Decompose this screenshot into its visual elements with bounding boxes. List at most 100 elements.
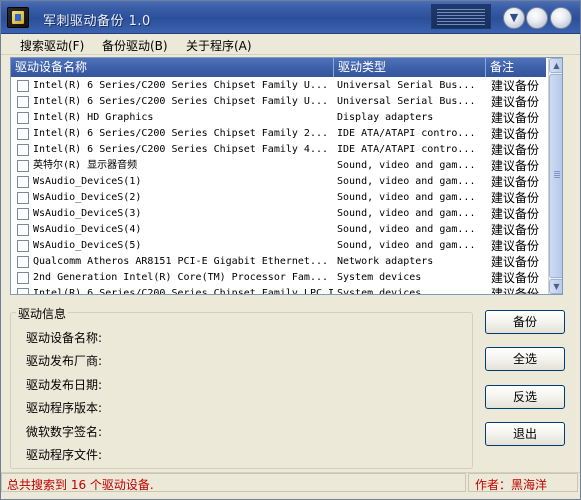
row-checkbox[interactable] xyxy=(17,128,29,140)
maximize-button[interactable] xyxy=(526,7,548,29)
row-note: 建议备份 xyxy=(491,111,540,125)
column-header-driver-type[interactable]: 驱动类型 xyxy=(334,58,486,77)
row-device-name: Qualcomm Atheros AR8151 PCI-E Gigabit Et… xyxy=(33,256,329,267)
row-note: 建议备份 xyxy=(491,127,540,141)
row-checkbox[interactable] xyxy=(17,208,29,220)
row-driver-type: System devices xyxy=(337,288,422,295)
driver-info-legend: 驱动信息 xyxy=(16,305,69,322)
row-checkbox[interactable] xyxy=(17,112,29,124)
table-row[interactable]: Intel(R) 6 Series/C200 Series Chipset Fa… xyxy=(11,78,546,94)
row-driver-type: Sound, video and gam... xyxy=(337,208,476,219)
row-checkbox[interactable] xyxy=(17,272,29,284)
row-checkbox[interactable] xyxy=(17,144,29,156)
column-header-device-name[interactable]: 驱动设备名称 xyxy=(11,58,334,77)
row-driver-type: Network adapters xyxy=(337,256,434,267)
table-row[interactable]: WsAudio_DeviceS(4) Sound, video and gam..… xyxy=(11,222,546,238)
table-row[interactable]: WsAudio_DeviceS(3) Sound, video and gam..… xyxy=(11,206,546,222)
status-bar: 总共搜索到 16 个驱动设备. 作者：黑海洋 xyxy=(1,472,580,492)
row-checkbox[interactable] xyxy=(17,80,29,92)
row-driver-type: System devices xyxy=(337,272,422,283)
list-rows: Intel(R) 6 Series/C200 Series Chipset Fa… xyxy=(11,78,546,295)
row-driver-type: Sound, video and gam... xyxy=(337,176,476,187)
row-driver-type: Sound, video and gam... xyxy=(337,240,476,251)
row-note: 建议备份 xyxy=(491,175,540,189)
column-header-note[interactable]: 备注 xyxy=(486,58,546,77)
row-device-name: Intel(R) 6 Series/C200 Series Chipset Fa… xyxy=(33,144,329,155)
row-note: 建议备份 xyxy=(491,271,540,285)
list-scrollbar[interactable]: ▲ ▼ xyxy=(548,58,562,294)
backup-button[interactable]: 备份 xyxy=(485,310,565,334)
table-row[interactable]: WsAudio_DeviceS(2) Sound, video and gam..… xyxy=(11,190,546,206)
row-device-name: WsAudio_DeviceS(5) xyxy=(33,240,142,251)
list-header: 驱动设备名称 驱动类型 备注 xyxy=(11,58,546,77)
row-checkbox[interactable] xyxy=(17,176,29,188)
status-author-text: 作者：黑海洋 xyxy=(475,478,548,492)
driver-list[interactable]: 驱动设备名称 驱动类型 备注 Intel(R) 6 Series/C200 Se… xyxy=(10,57,563,295)
status-panel-author: 作者：黑海洋 xyxy=(468,473,578,492)
row-checkbox[interactable] xyxy=(17,288,29,294)
row-driver-type: Universal Serial Bus... xyxy=(337,80,476,91)
table-row[interactable]: 英特尔(R) 显示器音频 Sound, video and gam... 建议备份 xyxy=(11,158,546,174)
row-note: 建议备份 xyxy=(491,191,540,205)
menu-backup-drivers[interactable]: 备份驱动(B) xyxy=(102,37,168,54)
table-row[interactable]: Qualcomm Atheros AR8151 PCI-E Gigabit Et… xyxy=(11,254,546,270)
row-note: 建议备份 xyxy=(491,143,540,157)
table-row[interactable]: Intel(R) 6 Series/C200 Series Chipset Fa… xyxy=(11,94,546,110)
title-bar[interactable]: 军刺驱动备份 1.0 ▼ xyxy=(1,1,580,34)
select-all-button[interactable]: 全选 xyxy=(485,347,565,371)
info-label-release-date: 驱动发布日期: xyxy=(26,378,103,392)
scroll-up-button[interactable]: ▲ xyxy=(549,58,562,73)
table-row[interactable]: Intel(R) HD Graphics Display adapters 建议备份 xyxy=(11,110,546,126)
exit-button[interactable]: 退出 xyxy=(485,422,565,446)
row-checkbox[interactable] xyxy=(17,256,29,268)
row-note: 建议备份 xyxy=(491,239,540,253)
row-device-name: 英特尔(R) 显示器音频 xyxy=(33,160,138,171)
row-device-name: Intel(R) 6 Series/C200 Series Chipset Fa… xyxy=(33,128,329,139)
status-summary-text: 总共搜索到 16 个驱动设备. xyxy=(7,478,154,492)
scroll-thumb[interactable] xyxy=(549,74,562,278)
table-row[interactable]: WsAudio_DeviceS(1) Sound, video and gam..… xyxy=(11,174,546,190)
row-driver-type: IDE ATA/ATAPI contro... xyxy=(337,128,476,139)
row-device-name: Intel(R) HD Graphics xyxy=(33,112,154,123)
table-row[interactable]: Intel(R) 6 Series/C200 Series Chipset Fa… xyxy=(11,142,546,158)
row-checkbox[interactable] xyxy=(17,240,29,252)
main-window: 军刺驱动备份 1.0 ▼ 搜索驱动(F) 备份驱动(B) 关于程序(A) 驱动设… xyxy=(0,0,581,500)
row-driver-type: Sound, video and gam... xyxy=(337,224,476,235)
chevron-down-icon: ▼ xyxy=(553,282,560,291)
row-note: 建议备份 xyxy=(491,159,540,173)
minimize-button[interactable]: ▼ xyxy=(503,7,525,29)
row-note: 建议备份 xyxy=(491,79,540,93)
menu-bar: 搜索驱动(F) 备份驱动(B) 关于程序(A) xyxy=(1,34,580,55)
grip-icon xyxy=(554,171,560,179)
row-checkbox[interactable] xyxy=(17,160,29,172)
table-row[interactable]: Intel(R) 6 Series/C200 Series Chipset Fa… xyxy=(11,286,546,295)
row-checkbox[interactable] xyxy=(17,96,29,108)
info-label-version: 驱动程序版本: xyxy=(26,401,103,415)
table-row[interactable]: Intel(R) 6 Series/C200 Series Chipset Fa… xyxy=(11,126,546,142)
title-decoration xyxy=(431,4,491,29)
row-device-name: WsAudio_DeviceS(2) xyxy=(33,192,142,203)
row-driver-type: Display adapters xyxy=(337,112,434,123)
row-device-name: Intel(R) 6 Series/C200 Series Chipset Fa… xyxy=(33,80,329,91)
scroll-down-button[interactable]: ▼ xyxy=(549,279,562,294)
row-note: 建议备份 xyxy=(491,95,540,109)
row-device-name: WsAudio_DeviceS(3) xyxy=(33,208,142,219)
row-driver-type: Sound, video and gam... xyxy=(337,192,476,203)
row-device-name: WsAudio_DeviceS(4) xyxy=(33,224,142,235)
chevron-down-icon: ▼ xyxy=(509,11,519,24)
table-row[interactable]: WsAudio_DeviceS(5) Sound, video and gam..… xyxy=(11,238,546,254)
row-checkbox[interactable] xyxy=(17,192,29,204)
invert-selection-button[interactable]: 反选 xyxy=(485,385,565,409)
status-panel-summary: 总共搜索到 16 个驱动设备. xyxy=(1,473,466,492)
menu-about[interactable]: 关于程序(A) xyxy=(186,37,252,54)
row-checkbox[interactable] xyxy=(17,224,29,236)
row-device-name: Intel(R) 6 Series/C200 Series Chipset Fa… xyxy=(33,96,329,107)
row-note: 建议备份 xyxy=(491,223,540,237)
table-row[interactable]: 2nd Generation Intel(R) Core(TM) Process… xyxy=(11,270,546,286)
row-device-name: 2nd Generation Intel(R) Core(TM) Process… xyxy=(33,272,329,283)
close-button[interactable] xyxy=(550,7,572,29)
row-note: 建议备份 xyxy=(491,287,540,295)
menu-search-drivers[interactable]: 搜索驱动(F) xyxy=(20,37,84,54)
row-driver-type: Universal Serial Bus... xyxy=(337,96,476,107)
info-label-driver-file: 驱动程序文件: xyxy=(26,448,103,462)
